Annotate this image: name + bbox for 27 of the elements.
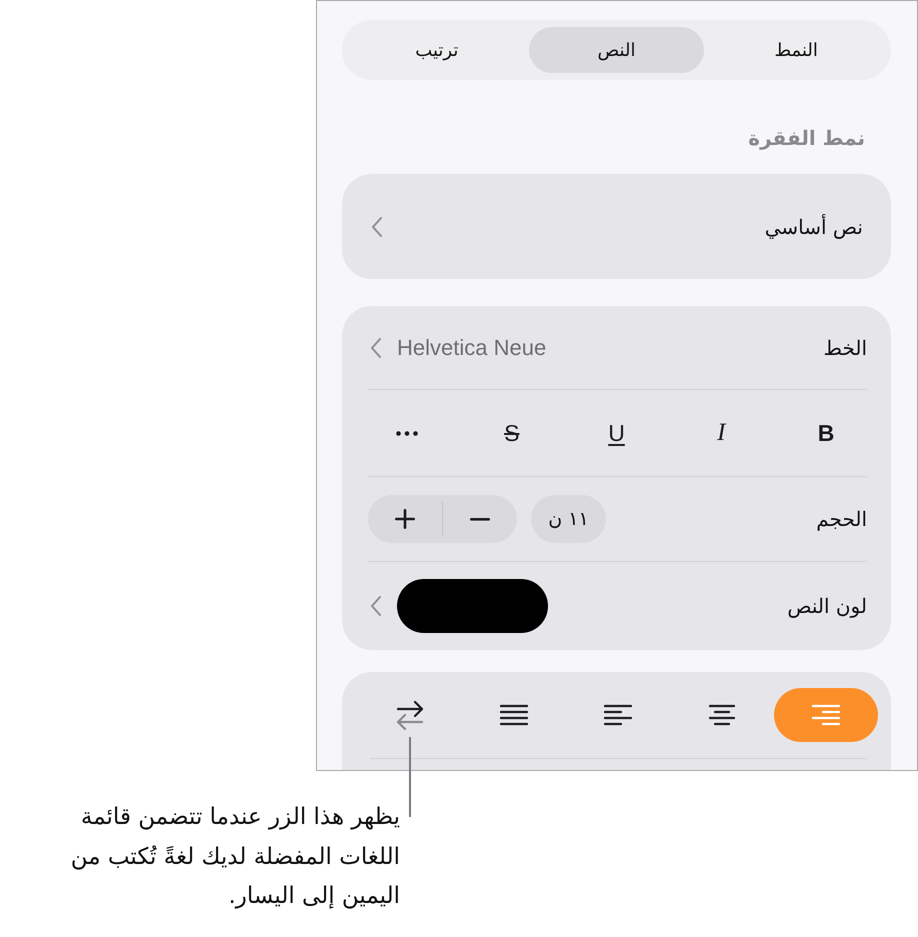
section-heading: نمط الفقرة [747,125,866,152]
justify-icon [500,704,528,726]
text-color-label: لون النص [786,594,867,618]
tab[interactable]: النمط [708,27,884,73]
underline-button[interactable]: U [564,406,668,460]
size-label: الحجم [815,507,867,531]
bold-button[interactable]: B [774,406,878,460]
text-color-button[interactable] [368,579,548,633]
plus-icon [395,509,415,529]
callout-text: يظهر هذا الزر عندما تتضمن قائمة اللغات المفضلة لديك لغةً تُكتب من اليمين إلى اليسار. [70,803,400,911]
align-left-icon [604,704,632,726]
minus-icon [470,518,490,520]
align-center-icon [708,704,736,726]
tab[interactable]: ترتيب [348,27,525,73]
strikethrough-button[interactable]: S [460,406,564,460]
chevron-icon [370,336,382,358]
tab[interactable]: النص [528,27,704,73]
paragraph-style-button[interactable]: نص أساسي [342,174,891,279]
chevron-icon [371,216,383,238]
font-label: الخط [823,336,867,360]
ellipsis-icon [396,430,418,436]
font-picker[interactable]: Helvetica Neue [368,334,546,360]
italic-button[interactable]: I [669,406,774,460]
swap-arrows-icon [396,700,424,730]
chevron-icon [370,595,382,617]
font-size-field[interactable]: ١١ ن [531,495,606,543]
align-right-icon [812,704,840,726]
